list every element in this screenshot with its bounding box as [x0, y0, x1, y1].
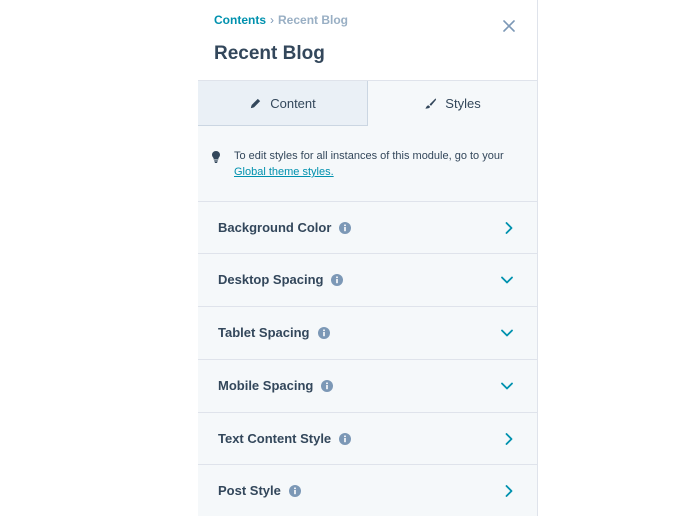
- tab-styles[interactable]: Styles: [368, 81, 537, 126]
- breadcrumb-separator: ›: [270, 13, 274, 27]
- info-icon[interactable]: [288, 484, 301, 497]
- lightbulb-icon: [212, 151, 220, 163]
- section-text-content-style[interactable]: Text Content Style: [198, 412, 537, 464]
- chevron-right-icon: [505, 484, 513, 497]
- chevron-down-icon: [501, 382, 513, 390]
- section-desktop-spacing[interactable]: Desktop Spacing: [198, 253, 537, 305]
- info-icon[interactable]: [331, 273, 344, 286]
- notice-text: To edit styles for all instances of this…: [234, 150, 504, 162]
- info-icon[interactable]: [321, 379, 334, 392]
- section-label: Background Color: [218, 220, 332, 235]
- section-mobile-spacing[interactable]: Mobile Spacing: [198, 359, 537, 411]
- info-icon[interactable]: [317, 326, 330, 339]
- breadcrumb: Contents › Recent Blog: [214, 13, 348, 27]
- page-title: Recent Blog: [214, 43, 325, 64]
- chevron-right-icon: [505, 432, 513, 445]
- section-label: Text Content Style: [218, 431, 332, 446]
- section-background-color[interactable]: Background Color: [198, 201, 537, 253]
- chevron-down-icon: [501, 329, 513, 337]
- breadcrumb-current: Recent Blog: [278, 13, 349, 27]
- chevron-right-icon: [505, 221, 513, 234]
- tab-content-label: Content: [270, 95, 316, 111]
- chevron-down-icon: [501, 276, 513, 284]
- module-editor-panel: Contents › Recent Blog Recent Blog Content…: [198, 0, 538, 516]
- pencil-icon: [251, 98, 261, 108]
- notice-text-block: To edit styles for all instances of this…: [234, 148, 512, 180]
- brush-icon: [425, 98, 437, 109]
- tab-bar: Content Styles: [198, 80, 537, 126]
- section-tablet-spacing[interactable]: Tablet Spacing: [198, 306, 537, 358]
- close-button[interactable]: [501, 18, 517, 34]
- close-icon: [503, 20, 515, 32]
- section-label: Desktop Spacing: [218, 272, 324, 287]
- breadcrumb-contents-link[interactable]: Contents: [214, 13, 266, 27]
- tab-styles-label: Styles: [445, 96, 481, 111]
- section-label: Mobile Spacing: [218, 378, 314, 393]
- section-label: Post Style: [218, 483, 281, 498]
- section-post-style[interactable]: Post Style: [198, 464, 537, 516]
- styles-content: To edit styles for all instances of this…: [198, 126, 537, 516]
- global-theme-styles-link[interactable]: Global theme styles.: [234, 166, 334, 178]
- tab-content[interactable]: Content: [198, 81, 368, 126]
- global-styles-notice: To edit styles for all instances of this…: [212, 148, 512, 180]
- info-icon[interactable]: [339, 432, 352, 445]
- info-icon[interactable]: [339, 221, 352, 234]
- section-label: Tablet Spacing: [218, 325, 310, 340]
